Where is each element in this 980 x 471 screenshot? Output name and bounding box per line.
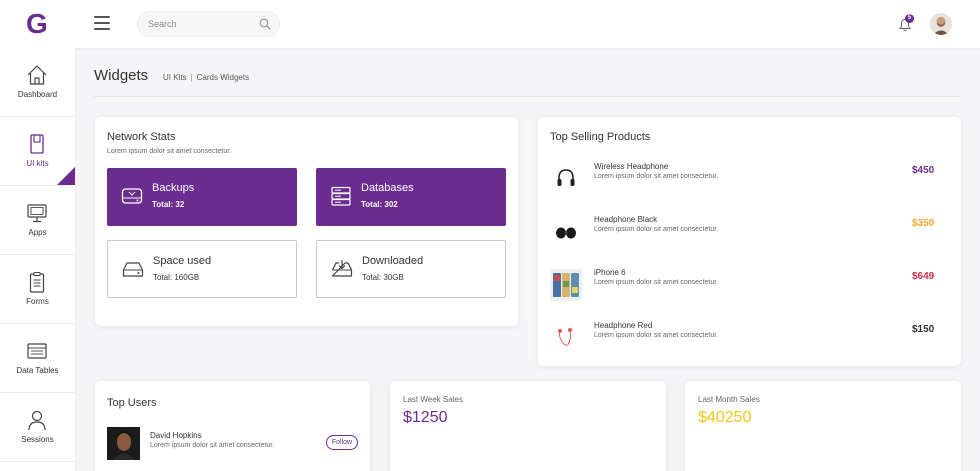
product-description: Lorem ipsum dolor sit amet consectetur.	[594, 332, 719, 339]
book-icon	[30, 134, 44, 154]
notification-badge: 5	[905, 14, 914, 23]
headphone-icon	[550, 163, 582, 195]
product-price: $450	[912, 165, 935, 176]
user-icon	[28, 410, 46, 431]
card-title: Top Users	[107, 397, 157, 409]
table-icon	[27, 343, 47, 359]
avatar-image	[930, 13, 952, 35]
menu-line	[94, 16, 110, 18]
top-bar: G 5	[0, 0, 980, 48]
last-week-sales-card: Last Week Sales $1250	[390, 381, 666, 471]
product-name: Wireless Headphone	[594, 162, 669, 171]
product-name: Headphone Black	[594, 215, 658, 224]
hard-drive-icon	[121, 188, 143, 204]
breadcrumb-ui-kits[interactable]: UI Kits	[163, 73, 187, 82]
stat-label: Space used	[153, 255, 212, 267]
avatar[interactable]	[930, 13, 952, 35]
stat-tile-space-used[interactable]: Space used Total: 160GB	[107, 240, 297, 298]
phone-icon	[550, 269, 582, 301]
stat-tile-databases[interactable]: Databases Total: 302	[316, 168, 506, 226]
monitor-icon	[27, 204, 47, 223]
stat-total: Total: 160GB	[153, 273, 200, 282]
product-item[interactable]: Headphone Red Lorem ipsum dolor sit amet…	[550, 318, 950, 358]
product-item[interactable]: iPhone 6 Lorem ipsum dolor sit amet cons…	[550, 265, 950, 305]
user-description: Lorem ipsum dolor sit amet consectetur.	[150, 442, 275, 449]
earphone-icon	[550, 322, 582, 354]
breadcrumb: UI Kits | Cards Widgets	[163, 73, 249, 82]
page-title: Widgets	[94, 67, 149, 84]
product-description: Lorem ipsum dolor sit amet consectetur.	[594, 226, 719, 233]
sidebar-item-label: Forms	[26, 297, 49, 306]
product-name: Headphone Red	[594, 321, 653, 330]
sidebar-item-label: Data Tables	[16, 366, 59, 375]
product-item[interactable]: Wireless Headphone Lorem ipsum dolor sit…	[550, 159, 950, 199]
search-box	[137, 11, 280, 37]
sidebar-item-label: Apps	[28, 228, 47, 237]
product-price: $150	[912, 324, 935, 335]
sidebar-item-ui-kits[interactable]: UI kits	[0, 117, 75, 186]
user-avatar[interactable]	[107, 427, 140, 460]
menu-line	[94, 22, 110, 24]
card-subtitle: Lorem ipsum dolor sit amet consectetur.	[107, 148, 232, 155]
sidebar-item-forms[interactable]: Forms	[0, 255, 75, 324]
product-price: $649	[912, 271, 935, 282]
product-description: Lorem ipsum dolor sit amet consectetur.	[594, 173, 719, 180]
sales-value: $1250	[403, 409, 448, 426]
divider	[94, 96, 960, 97]
sidebar-item-dashboard[interactable]: Dashboard	[0, 48, 75, 117]
stat-total: Total: 32	[152, 200, 185, 209]
hard-drive-icon	[122, 262, 144, 277]
sales-label: Last Week Sales	[403, 395, 463, 404]
follow-button[interactable]: Follow	[326, 435, 358, 450]
top-users-card: Top Users David Hopkins Lorem ipsum dolo…	[95, 381, 370, 471]
breadcrumb-cards-widgets[interactable]: Cards Widgets	[197, 73, 249, 82]
clipboard-icon	[29, 272, 45, 293]
home-icon	[27, 65, 47, 85]
stat-label: Backups	[152, 182, 195, 194]
product-name: iPhone 6	[594, 268, 626, 277]
server-icon	[331, 186, 351, 206]
stat-label: Downloaded	[362, 255, 424, 267]
product-price: $350	[912, 218, 935, 229]
product-item[interactable]: Headphone Black Lorem ipsum dolor sit am…	[550, 212, 950, 252]
top-selling-products-card: Top Selling Products Wireless Headphone …	[538, 117, 961, 366]
menu-line	[94, 28, 110, 30]
user-name: David Hopkins	[150, 431, 202, 440]
search-icon[interactable]	[259, 18, 271, 30]
logo[interactable]: G	[26, 9, 48, 39]
card-title: Network Stats	[107, 131, 176, 143]
download-icon	[331, 260, 353, 277]
sidebar-item-label: Dashboard	[17, 90, 58, 99]
breadcrumb-separator: |	[190, 73, 193, 82]
sidebar: Dashboard UI kits Apps Forms Data Tables…	[0, 48, 76, 471]
sidebar-item-data-tables[interactable]: Data Tables	[0, 324, 75, 393]
svg-text:G: G	[26, 9, 48, 39]
sales-value: $40250	[698, 409, 752, 426]
sidebar-item-apps[interactable]: Apps	[0, 186, 75, 255]
active-indicator	[57, 167, 75, 185]
stat-total: Total: 30GB	[362, 273, 404, 282]
stat-total: Total: 302	[361, 200, 398, 209]
user-avatar-image	[107, 427, 140, 460]
last-month-sales-card: Last Month Sales $40250	[685, 381, 961, 471]
sales-label: Last Month Sales	[698, 395, 760, 404]
stat-tile-backups[interactable]: Backups Total: 32	[107, 168, 297, 226]
user-row: David Hopkins Lorem ipsum dolor sit amet…	[107, 427, 358, 461]
card-title: Top Selling Products	[550, 131, 651, 143]
product-description: Lorem ipsum dolor sit amet consectetur.	[594, 279, 719, 286]
stat-label: Databases	[361, 182, 414, 194]
network-stats-card: Network Stats Lorem ipsum dolor sit amet…	[95, 117, 518, 326]
menu-toggle-button[interactable]	[94, 16, 110, 30]
search-input[interactable]	[148, 16, 253, 32]
sidebar-item-sessions[interactable]: Sessions	[0, 393, 75, 462]
earbuds-icon	[550, 216, 582, 248]
stat-tile-downloaded[interactable]: Downloaded Total: 30GB	[316, 240, 506, 298]
sidebar-item-label: Sessions	[21, 435, 54, 444]
